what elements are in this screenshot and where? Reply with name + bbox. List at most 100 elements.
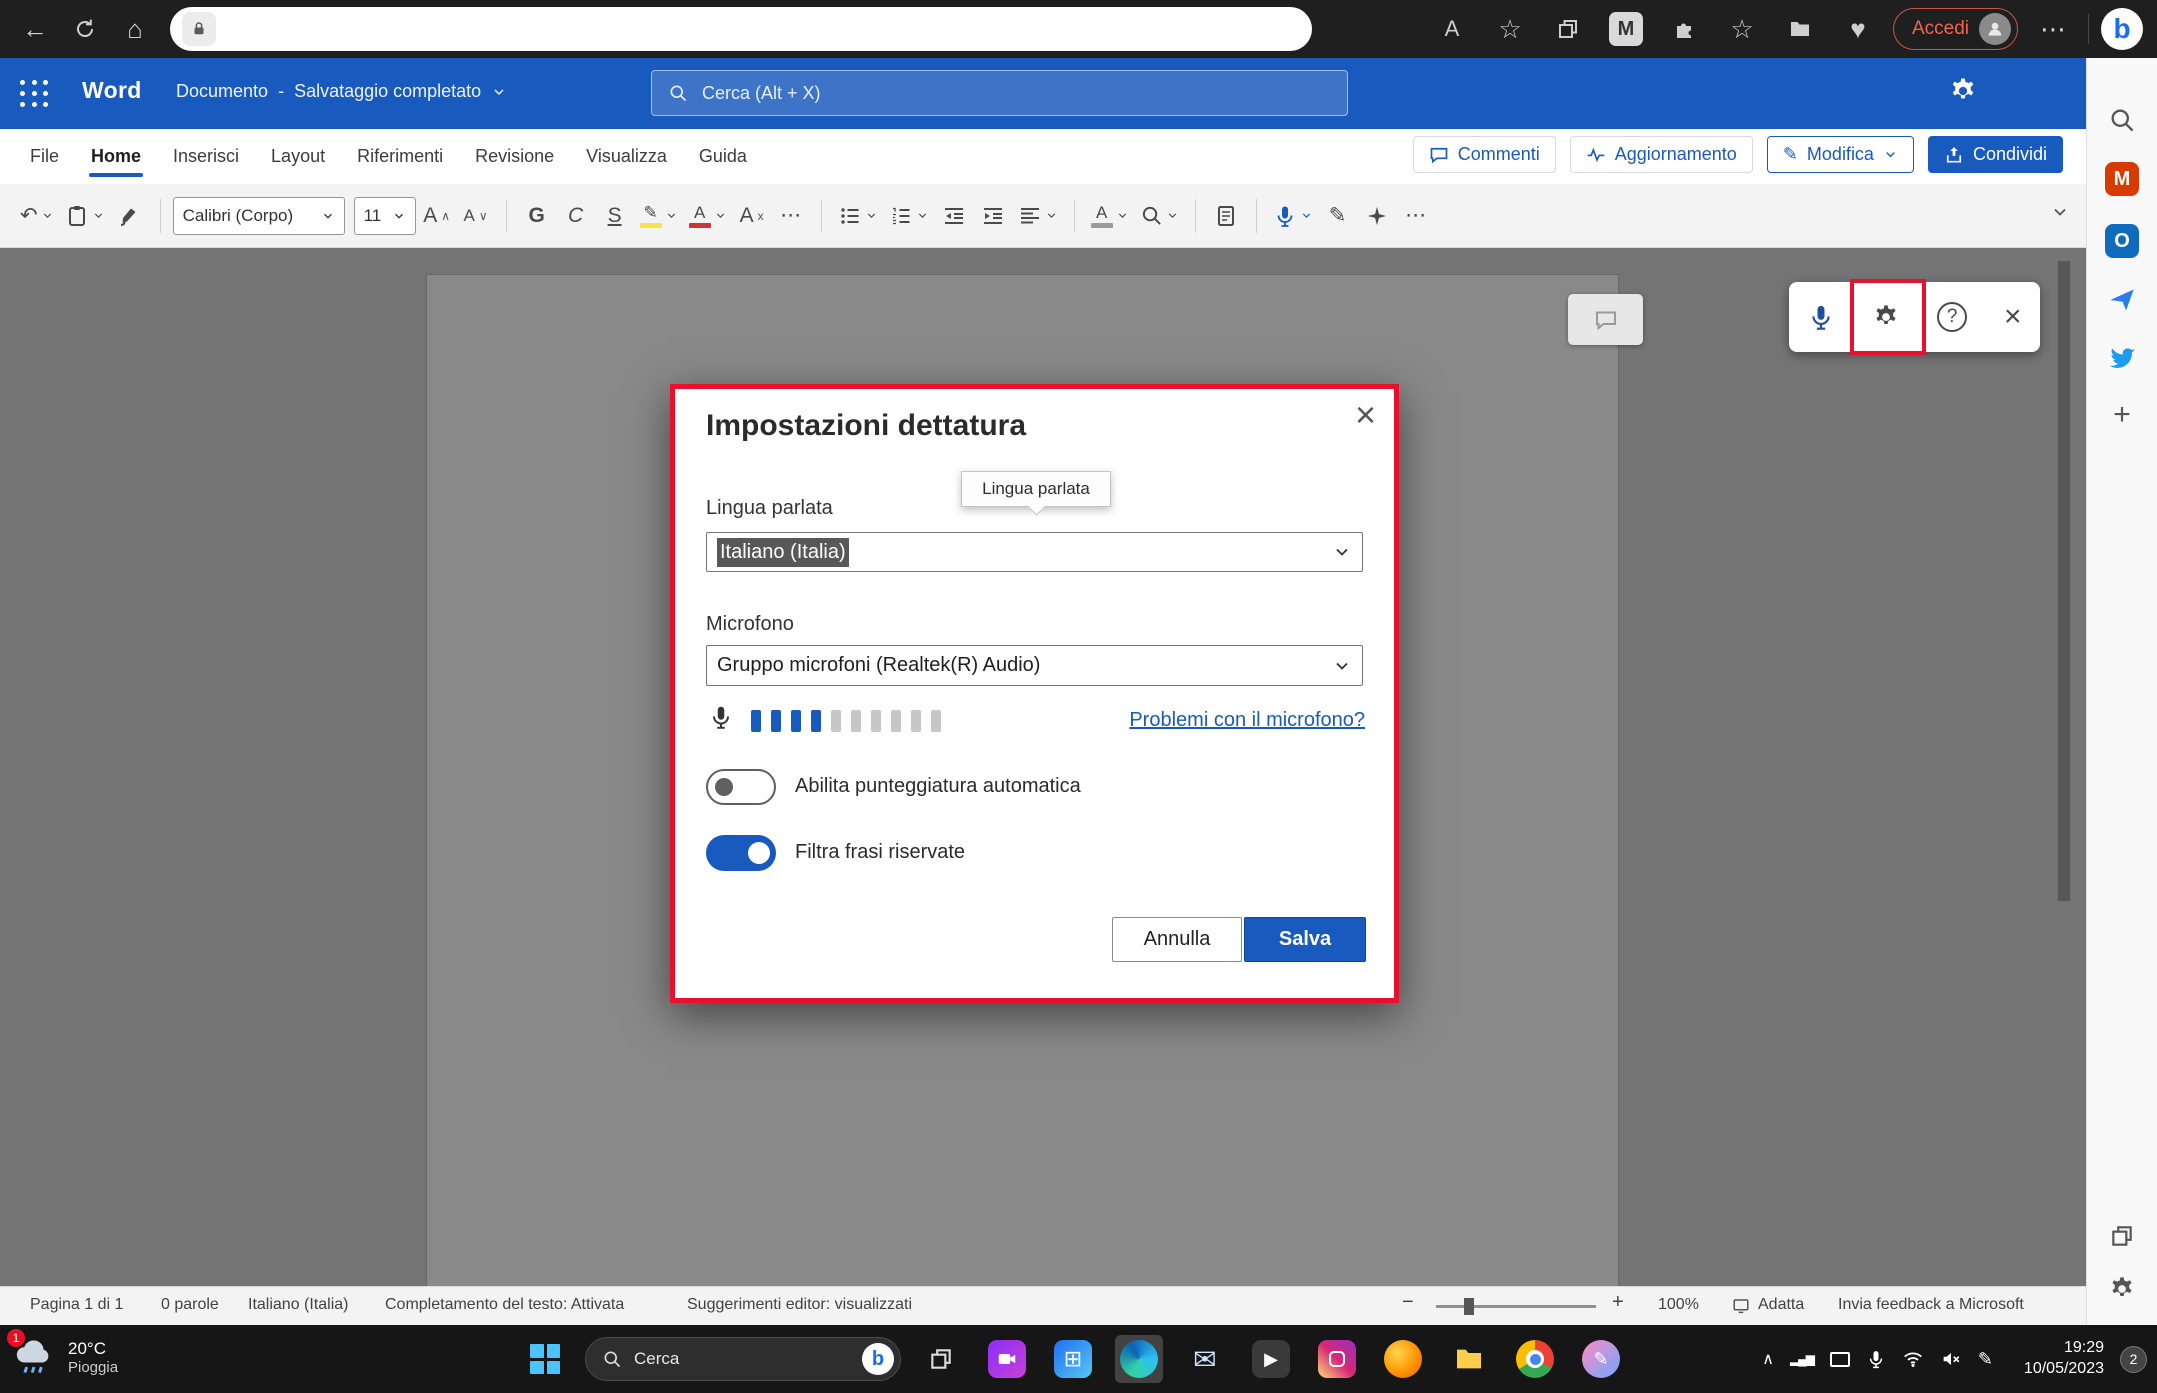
grow-font-button[interactable]: A∧ — [419, 194, 455, 238]
status-page-count[interactable]: Pagina 1 di 1 — [30, 1296, 123, 1314]
microphone-select[interactable]: Gruppo microfoni (Realtek(R) Audio) — [706, 645, 1363, 686]
collapse-ribbon-icon[interactable] — [2050, 202, 2070, 222]
movies-icon[interactable]: ▶ — [1247, 1335, 1295, 1383]
extensions-icon[interactable] — [1661, 7, 1707, 51]
highlight-color-button[interactable]: ✎ — [636, 194, 682, 238]
status-language[interactable]: Italiano (Italia) — [248, 1296, 349, 1314]
zoom-level[interactable]: 100% — [1658, 1296, 1699, 1314]
clipchamp-icon[interactable] — [983, 1335, 1031, 1383]
dictate-button[interactable] — [1269, 194, 1317, 238]
tray-performance-icon[interactable]: ▂▄▆ — [1790, 1352, 1814, 1366]
edit-mode-button[interactable]: ✎ Modifica — [1767, 136, 1914, 173]
browser-essentials-icon[interactable]: ♥ — [1835, 7, 1881, 51]
favorite-add-icon[interactable]: ☆ — [1487, 7, 1533, 51]
increase-indent-button[interactable] — [975, 194, 1011, 238]
vertical-scrollbar[interactable] — [2058, 261, 2070, 901]
bullets-button[interactable] — [834, 194, 882, 238]
underline-button[interactable]: S — [597, 194, 633, 238]
font-color-button[interactable]: A — [685, 194, 731, 238]
tab-riferimenti[interactable]: Riferimenti — [357, 129, 443, 184]
paste-button[interactable] — [61, 194, 109, 238]
mail-icon[interactable]: ✉ — [1181, 1335, 1229, 1383]
sidebar-outlook-icon[interactable]: O — [2105, 224, 2139, 258]
edge-icon[interactable] — [1115, 1335, 1163, 1383]
sidebar-search-icon[interactable] — [2108, 106, 2136, 134]
file-explorer-icon[interactable] — [1445, 1335, 1493, 1383]
chrome-icon[interactable] — [1511, 1335, 1559, 1383]
document-title[interactable]: Documento - Salvataggio completato — [176, 81, 507, 102]
zoom-in-icon[interactable]: + — [1612, 1291, 1624, 1314]
taskbar-clock[interactable]: 19:29 10/05/2023 — [2009, 1338, 2104, 1380]
dictation-mic-icon[interactable] — [1807, 303, 1835, 331]
collections-icon[interactable] — [1777, 7, 1823, 51]
sidebar-layout-icon[interactable] — [2109, 1223, 2135, 1249]
microphone-help-link[interactable]: Problemi con il microfono? — [1129, 709, 1365, 732]
tab-revisione[interactable]: Revisione — [475, 129, 554, 184]
dialog-close-icon[interactable]: × — [1355, 393, 1376, 436]
back-icon[interactable]: ← — [10, 7, 60, 51]
word-search-input[interactable]: Cerca (Alt + X) — [651, 70, 1348, 116]
settings-gear-icon[interactable] — [1948, 76, 1978, 106]
signin-button[interactable]: Accedi — [1893, 8, 2018, 50]
status-text-completion[interactable]: Completamento del testo: Attivata — [385, 1296, 624, 1314]
status-word-count[interactable]: 0 parole — [161, 1296, 219, 1314]
numbering-button[interactable] — [885, 194, 933, 238]
font-name-select[interactable]: Calibri (Corpo) — [173, 197, 345, 235]
instagram-icon[interactable] — [1313, 1335, 1361, 1383]
tray-wifi-icon[interactable] — [1902, 1348, 1924, 1370]
start-button[interactable] — [521, 1335, 569, 1383]
bold-button[interactable]: G — [519, 194, 555, 238]
comments-button[interactable]: Commenti — [1413, 136, 1556, 173]
tray-chevron-icon[interactable]: ∧ — [1762, 1349, 1774, 1369]
zoom-out-icon[interactable]: − — [1402, 1291, 1414, 1314]
designer-button[interactable] — [1359, 194, 1395, 238]
save-button[interactable]: Salva — [1244, 917, 1366, 962]
italic-button[interactable]: C — [558, 194, 594, 238]
sidebar-twitter-icon[interactable] — [2107, 342, 2137, 372]
firefox-icon[interactable] — [1379, 1335, 1427, 1383]
font-size-select[interactable]: 11 — [354, 197, 416, 235]
dictation-close-icon[interactable]: × — [2004, 302, 2022, 332]
tab-guida[interactable]: Guida — [699, 129, 747, 184]
sidebar-send-icon[interactable] — [2108, 286, 2136, 314]
tab-inserisci[interactable]: Inserisci — [173, 129, 239, 184]
tab-visualizza[interactable]: Visualizza — [586, 129, 667, 184]
immersive-reader-button[interactable] — [1208, 194, 1244, 238]
format-painter-button[interactable] — [112, 194, 148, 238]
tray-volume-muted-icon[interactable] — [1940, 1348, 1962, 1370]
notification-count-badge[interactable]: 2 — [2120, 1346, 2147, 1373]
styles-button[interactable]: A — [1087, 194, 1133, 238]
page-comment-button[interactable] — [1568, 294, 1643, 345]
shrink-font-button[interactable]: A∨ — [458, 194, 494, 238]
status-editor-suggestions[interactable]: Suggerimenti editor: visualizzati — [687, 1296, 912, 1314]
doc-name[interactable]: Documento — [176, 81, 268, 102]
tab-file[interactable]: File — [30, 129, 59, 184]
split-screen-icon[interactable] — [1545, 7, 1591, 51]
undo-button[interactable]: ↶ — [16, 194, 58, 238]
clear-formatting-button[interactable]: Ax — [734, 194, 770, 238]
share-button[interactable]: Condividi — [1928, 136, 2063, 173]
alignment-button[interactable] — [1014, 194, 1062, 238]
dictation-help-icon[interactable]: ? — [1937, 302, 1967, 332]
tray-pen-icon[interactable]: ✎ — [1978, 1349, 1993, 1370]
app-launcher-icon[interactable] — [20, 80, 50, 108]
zoom-slider-thumb[interactable] — [1464, 1298, 1474, 1315]
mcafee-extension-icon[interactable]: M — [1603, 7, 1649, 51]
cancel-button[interactable]: Annulla — [1112, 917, 1242, 962]
task-view-icon[interactable] — [917, 1335, 965, 1383]
dictation-settings-gear-icon[interactable] — [1872, 303, 1900, 331]
weather-widget[interactable]: 1 20°C Pioggia — [12, 1335, 118, 1379]
home-icon[interactable]: ⌂ — [110, 7, 160, 51]
spoken-language-select[interactable]: Italiano (Italia) — [706, 532, 1363, 572]
refresh-icon[interactable] — [60, 7, 110, 51]
find-button[interactable] — [1136, 194, 1183, 238]
paint-icon[interactable]: ✎ — [1577, 1335, 1625, 1383]
auto-punctuation-toggle[interactable] — [706, 769, 776, 805]
tray-tablet-icon[interactable] — [1830, 1352, 1850, 1367]
tab-home[interactable]: Home — [91, 129, 141, 184]
feedback-link[interactable]: Invia feedback a Microsoft — [1838, 1296, 2024, 1314]
store-icon[interactable]: ⊞ — [1049, 1335, 1097, 1383]
tray-mic-icon[interactable] — [1866, 1349, 1886, 1369]
sidebar-settings-gear-icon[interactable] — [2108, 1275, 2136, 1303]
editor-button[interactable]: ✎ — [1320, 194, 1356, 238]
